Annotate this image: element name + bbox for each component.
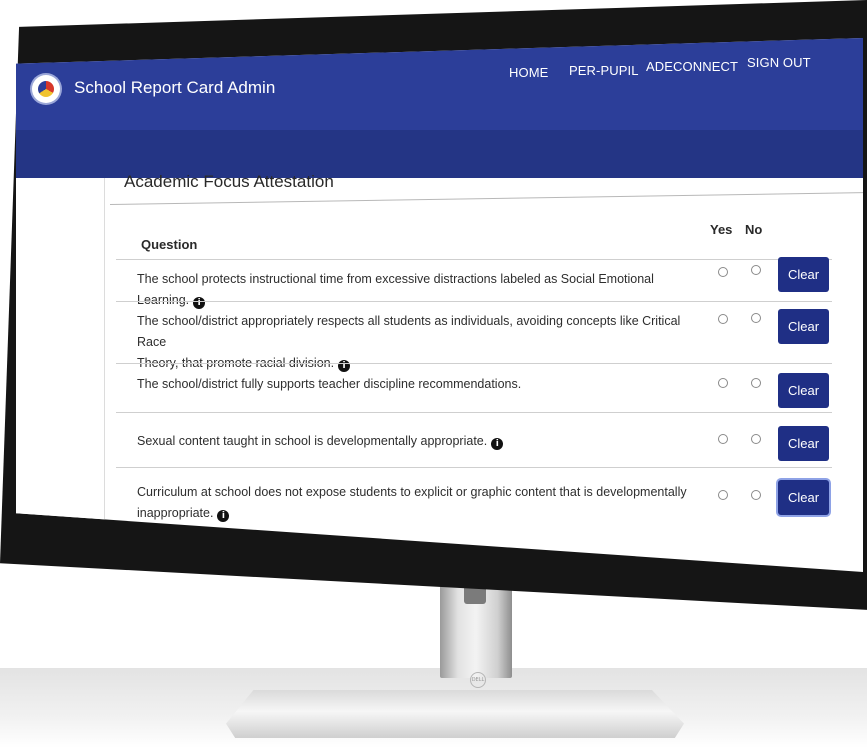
dell-logo: DELL — [470, 672, 486, 688]
yes-radio-1[interactable] — [718, 267, 728, 277]
question-text-line-2: inappropriate. — [137, 506, 214, 520]
state-seal-logo-icon — [32, 75, 60, 103]
yes-radio-5[interactable] — [718, 490, 728, 500]
question-text-line-1: Curriculum at school does not expose stu… — [137, 485, 687, 499]
nav-home-link[interactable]: HOME — [509, 65, 548, 80]
question-row-4: Sexual content taught in school is devel… — [137, 431, 697, 452]
no-radio-5[interactable] — [751, 490, 761, 500]
yes-radio-2[interactable] — [718, 314, 728, 324]
sub-header-bar — [16, 130, 863, 178]
question-text: The school/district fully supports teach… — [137, 377, 522, 391]
question-column-header: Question — [141, 237, 198, 252]
yes-radio-4[interactable] — [718, 434, 728, 444]
no-radio-4[interactable] — [751, 434, 761, 444]
table-row-divider — [116, 363, 832, 364]
section-title: Academic Focus Attestation — [124, 172, 334, 191]
nav-sign-out-link[interactable]: SIGN OUT — [747, 55, 811, 70]
table-row-divider — [116, 412, 832, 413]
question-text-line-1: The school/district appropriately respec… — [137, 314, 681, 349]
no-radio-2[interactable] — [751, 313, 761, 323]
no-radio-3[interactable] — [751, 378, 761, 388]
clear-button-4[interactable]: Clear — [778, 426, 829, 461]
yes-column-header: Yes — [710, 222, 733, 237]
app-title: School Report Card Admin — [74, 78, 276, 97]
info-icon[interactable]: i — [338, 360, 351, 372]
clear-button-3[interactable]: Clear — [778, 373, 829, 408]
info-icon[interactable]: i — [217, 510, 230, 522]
yes-radio-3[interactable] — [718, 378, 728, 388]
question-row-3: The school/district fully supports teach… — [137, 374, 697, 395]
clear-button-2[interactable]: Clear — [778, 309, 829, 344]
nav-adeconnect-link[interactable]: ADECONNECT — [646, 59, 738, 74]
question-row-5: Curriculum at school does not expose stu… — [137, 482, 697, 524]
no-column-header: No — [745, 222, 763, 237]
question-row-2: The school/district appropriately respec… — [137, 311, 697, 374]
monitor-stand-base — [226, 690, 684, 738]
monitor-screen: School Report Card Admin HOME PER-PUPIL … — [16, 38, 863, 572]
left-sidebar — [16, 178, 105, 572]
info-icon[interactable]: i — [491, 438, 504, 450]
question-row-1: The school protects instructional time f… — [137, 269, 697, 311]
section-divider — [109, 192, 863, 205]
no-radio-1[interactable] — [751, 265, 761, 275]
info-icon[interactable]: i — [193, 297, 206, 309]
nav-per-pupil-link[interactable]: PER-PUPIL — [569, 63, 639, 78]
question-text: Sexual content taught in school is devel… — [137, 434, 488, 448]
table-row-divider — [116, 467, 832, 468]
clear-button-1[interactable]: Clear — [778, 257, 829, 292]
clear-button-5[interactable]: Clear — [778, 480, 829, 515]
header-row-divider — [116, 259, 832, 260]
table-row-divider — [116, 301, 832, 302]
